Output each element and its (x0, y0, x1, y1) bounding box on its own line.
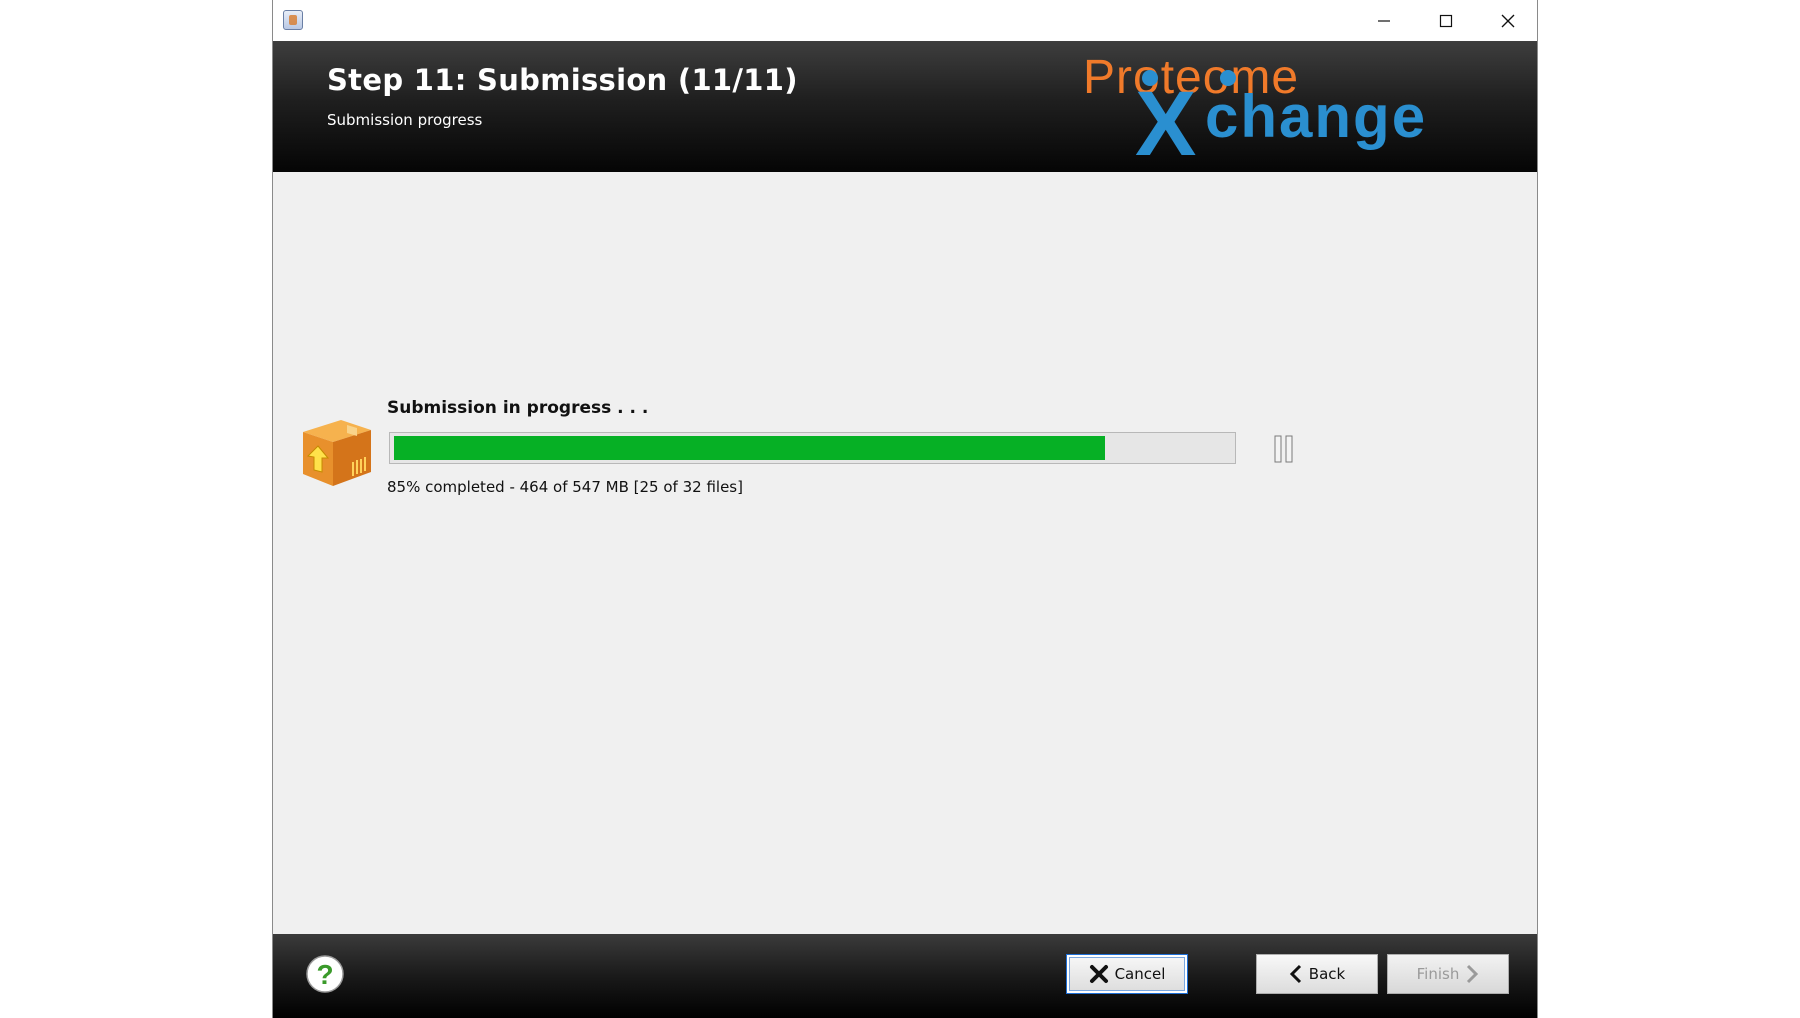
minimize-button[interactable] (1353, 0, 1415, 41)
step-title: Step 11: Submission (11/11) (327, 63, 798, 97)
step-subtitle: Submission progress (327, 111, 483, 129)
logo-text-bottom: change (1205, 83, 1427, 150)
close-button[interactable] (1477, 0, 1539, 41)
finish-button[interactable]: Finish (1387, 954, 1509, 994)
progress-bar-fill (394, 436, 1105, 460)
app-window: Step 11: Submission (11/11) Submission p… (272, 0, 1538, 1018)
proteomexchange-logo: Proteome X change (1083, 51, 1427, 161)
progress-label: Submission in progress . . . (387, 398, 649, 418)
content-area: Submission in progress . . . 85% complet… (273, 172, 1537, 934)
progress-bar (389, 432, 1236, 464)
help-icon[interactable]: ? (305, 954, 345, 994)
back-button-label: Back (1308, 965, 1346, 983)
pause-icon[interactable] (1272, 434, 1296, 464)
chevron-right-icon (1467, 964, 1479, 984)
maximize-icon (1439, 14, 1453, 27)
svg-text:?: ? (316, 959, 333, 990)
logo-letter-x: X (1135, 73, 1196, 161)
wizard-footer: ? Cancel Back Finish (273, 934, 1537, 1018)
wizard-header: Step 11: Submission (11/11) Submission p… (273, 41, 1537, 172)
cancel-button-label: Cancel (1114, 965, 1166, 983)
finish-button-label: Finish (1416, 965, 1460, 983)
cancel-icon (1089, 965, 1108, 983)
maximize-button[interactable] (1415, 0, 1477, 41)
progress-status-text: 85% completed - 464 of 547 MB [25 of 32 … (387, 478, 743, 496)
title-bar (273, 0, 1537, 41)
cancel-button[interactable]: Cancel (1066, 954, 1188, 994)
close-icon (1501, 14, 1515, 27)
back-button[interactable]: Back (1256, 954, 1378, 994)
chevron-left-icon (1289, 964, 1301, 984)
java-app-icon[interactable] (283, 10, 303, 30)
package-upload-icon (303, 420, 371, 486)
minimize-icon (1378, 19, 1390, 22)
